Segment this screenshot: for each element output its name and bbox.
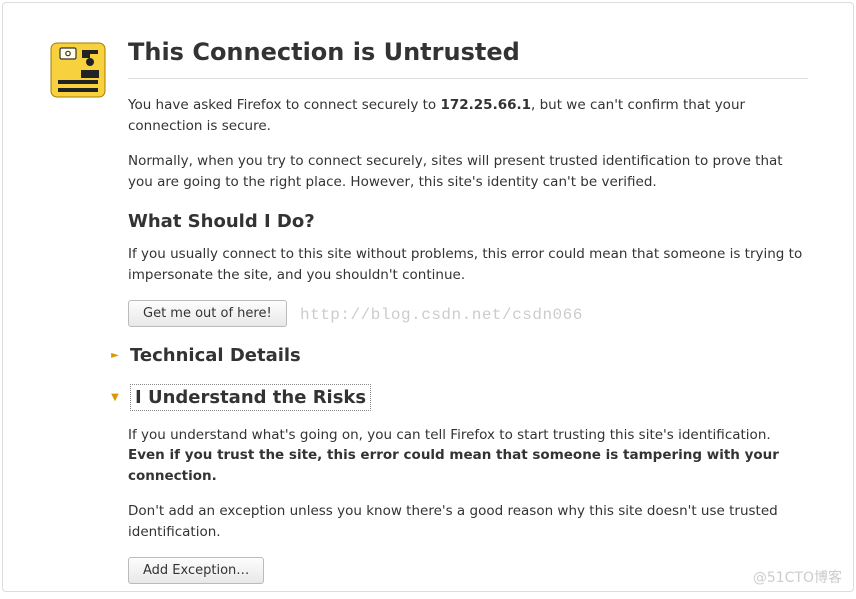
warning-officer-icon xyxy=(48,40,108,100)
intro-paragraph-1: You have asked Firefox to connect secure… xyxy=(128,95,808,137)
what-should-i-do-heading: What Should I Do? xyxy=(128,211,808,232)
page-title: This Connection is Untrusted xyxy=(128,38,808,79)
risks-paragraph-1: If you understand what's going on, you c… xyxy=(128,425,808,488)
risks-paragraph-2: Don't add an exception unless you know t… xyxy=(128,501,808,543)
advice-paragraph: If you usually connect to this site with… xyxy=(128,244,808,286)
understand-risks-expander[interactable]: ▼ I Understand the Risks xyxy=(110,384,808,411)
technical-details-title: Technical Details xyxy=(130,345,301,366)
understand-risks-title: I Understand the Risks xyxy=(130,384,371,411)
technical-details-expander[interactable]: ► Technical Details xyxy=(110,345,808,366)
intro-paragraph-2: Normally, when you try to connect secure… xyxy=(128,151,808,193)
get-me-out-button[interactable]: Get me out of here! xyxy=(128,300,287,327)
ip-address: 172.25.66.1 xyxy=(440,97,531,113)
chevron-right-icon: ► xyxy=(110,350,120,361)
add-exception-button[interactable]: Add Exception… xyxy=(128,557,264,584)
chevron-down-icon: ▼ xyxy=(110,392,120,403)
